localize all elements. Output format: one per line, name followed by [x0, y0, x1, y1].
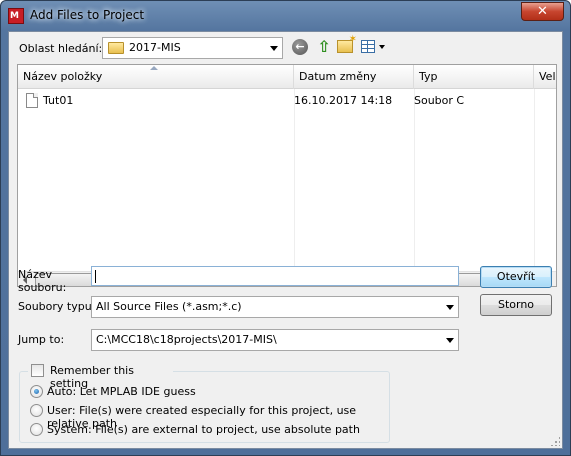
chevron-down-icon: [270, 46, 278, 51]
col-header-type-label: Typ: [419, 70, 438, 83]
app-icon: M: [8, 8, 24, 24]
col-header-name[interactable]: Název položky: [18, 65, 294, 89]
file-name: Tut01: [43, 94, 74, 107]
jumpto-select[interactable]: C:\MCC18\c18projects\2017-MIS\: [91, 329, 459, 351]
lookin-label: Oblast hledání:: [19, 42, 103, 55]
file-list[interactable]: Název položky Datum změny Typ Velik Tut0…: [17, 64, 557, 287]
close-icon: ✕: [537, 4, 548, 19]
title-bar[interactable]: M Add Files to Project ✕: [1, 1, 570, 31]
radio-button-system[interactable]: [30, 423, 43, 436]
jumpto-value: C:\MCC18\c18projects\2017-MIS\: [96, 333, 277, 346]
lookin-value: 2017-MIS: [129, 41, 181, 54]
radio-label-auto: Auto: Let MPLAB IDE guess: [47, 385, 196, 398]
col-header-size-label: Velik: [539, 70, 556, 83]
new-folder-icon[interactable]: [337, 34, 357, 53]
resize-grip-icon[interactable]: [550, 436, 560, 446]
file-date: 16.10.2017 14:18: [294, 94, 393, 107]
text-caret: [95, 270, 96, 283]
filename-input[interactable]: [91, 266, 459, 286]
filetype-value: All Source Files (*.asm;*.c): [96, 300, 242, 313]
chevron-down-icon: [446, 305, 454, 310]
view-grid-icon: [361, 40, 375, 53]
radio-button-user[interactable]: [30, 404, 43, 417]
view-dropdown-arrow-icon: [379, 45, 385, 49]
filename-label-line1: Název: [18, 268, 53, 281]
radio-button-auto[interactable]: [30, 385, 43, 398]
open-button[interactable]: Otevřít: [480, 266, 552, 288]
radio-label-system: System: File(s) are external to project,…: [47, 423, 360, 436]
cancel-button[interactable]: Storno: [480, 294, 552, 316]
up-folder-icon[interactable]: ⇧: [314, 38, 334, 58]
col-header-date-label: Datum změny: [299, 70, 377, 83]
dialog-window: M Add Files to Project ✕ Oblast hledání:…: [0, 0, 571, 456]
col-header-size[interactable]: Velik: [534, 65, 556, 89]
filename-label: Název souboru:: [18, 268, 66, 294]
radio-option-auto[interactable]: Auto: Let MPLAB IDE guess: [30, 384, 380, 400]
radio-option-system[interactable]: System: File(s) are external to project,…: [30, 422, 380, 438]
col-header-type[interactable]: Typ: [414, 65, 534, 89]
close-button[interactable]: ✕: [521, 2, 564, 21]
filetype-select[interactable]: All Source Files (*.asm;*.c): [91, 296, 459, 318]
dialog-client-area: Oblast hledání: 2017-MIS ← ⇧ Název polož…: [8, 31, 563, 449]
file-icon: [26, 93, 38, 108]
file-type: Soubor C: [414, 94, 465, 107]
file-row[interactable]: Tut01 16.10.2017 14:18 Soubor C: [18, 91, 556, 111]
remember-checkbox[interactable]: [31, 364, 44, 377]
column-divider: [294, 89, 295, 271]
remember-row[interactable]: Remember this setting: [28, 363, 173, 390]
col-header-date[interactable]: Datum změny: [294, 65, 414, 89]
filetype-label: Soubory typu:: [18, 300, 96, 313]
column-divider: [534, 89, 535, 271]
filename-label-line2: souboru:: [18, 281, 67, 294]
sort-arrow-icon: [150, 66, 158, 70]
column-divider: [414, 89, 415, 271]
chevron-down-icon: [446, 338, 454, 343]
back-icon[interactable]: ←: [292, 39, 308, 55]
app-icon-letter: M: [10, 11, 19, 21]
col-header-name-label: Název položky: [23, 70, 103, 83]
window-title: Add Files to Project: [30, 8, 145, 22]
folder-icon: [108, 42, 124, 54]
radio-option-user[interactable]: User: File(s) were created especially fo…: [30, 403, 380, 430]
jumpto-label: Jump to:: [18, 333, 65, 346]
lookin-combo[interactable]: 2017-MIS: [102, 37, 283, 59]
file-list-header: Název položky Datum změny Typ Velik: [18, 65, 556, 89]
view-menu-icon[interactable]: [361, 39, 387, 56]
